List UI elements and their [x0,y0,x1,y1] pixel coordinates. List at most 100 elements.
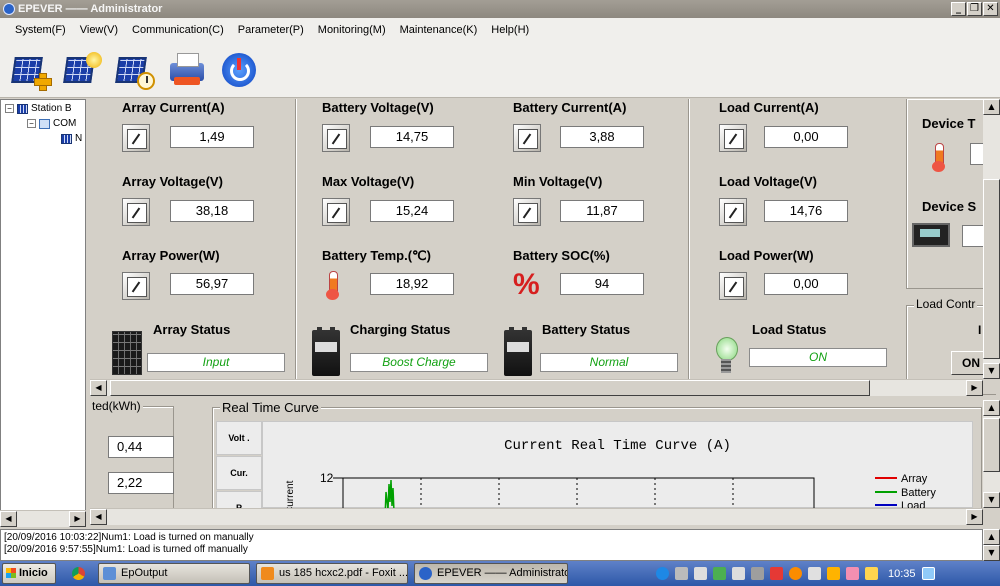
controller-icon [912,223,950,247]
main-horizontal-scrollbar[interactable]: ◀ ▶ [90,379,983,396]
task-epever[interactable]: EPEVER —— Administrator [414,563,568,584]
speaker-icon[interactable] [732,567,745,580]
scroll-left-icon[interactable]: ◀ [0,511,17,527]
bottom-panel: ted(kWh) 0,44 2,22 Real Time Curve Volt … [90,400,983,508]
tree-horizontal-scrollbar[interactable]: ◀ ▶ [0,510,86,527]
menu-view[interactable]: View(V) [73,24,125,36]
tab-voltage[interactable]: Volt . [216,421,262,455]
exit-button[interactable] [218,49,260,91]
bluetooth-icon[interactable] [656,567,669,580]
charging-status-value: Boost Charge [350,353,488,372]
main-vertical-scrollbar[interactable]: ▲ ▼ [983,99,1000,379]
battery-soc-value: 94 [560,273,644,295]
load-power-label: Load Power(W) [719,248,814,263]
close-button[interactable]: ✕ [983,2,998,16]
load-control-mark: I [978,323,982,337]
charging-status-title: Charging Status [350,322,451,337]
solar-panel-icon [61,133,72,144]
taskbar: Inicio EpOutput us 185 hcxc2.pdf - Foxit… [0,561,1000,586]
tab-current[interactable]: Cur. [216,456,262,490]
realtime-monitor-button[interactable] [62,49,104,91]
log-scrollbar[interactable]: ▲ ▼ [983,529,1000,561]
tab-power[interactable]: P [216,491,262,508]
antivirus-icon[interactable] [770,567,783,580]
battery-temp-label: Battery Temp.(℃) [322,248,431,263]
menu-parameter[interactable]: Parameter(P) [231,24,311,36]
device-temp-label: Device T [922,116,976,131]
device-status-label: Device S [922,199,977,214]
window-title: EPEVER —— Administrator [18,3,163,15]
task-epoutput[interactable]: EpOutput [98,563,250,584]
menu-system[interactable]: System(F) [8,24,73,36]
flag-icon[interactable] [846,567,859,580]
array-power-label: Array Power(W) [122,248,220,263]
device-info-panel: Device T Device S Load Contr I ON [906,99,1000,395]
tree-node-com[interactable]: − COM [27,118,76,129]
meter-icon [513,198,541,226]
power-icon [222,52,256,87]
add-station-button[interactable] [10,49,52,91]
scroll-thumb[interactable] [983,418,1000,472]
y-axis-label: Current [285,480,296,508]
battery-icon [312,327,340,376]
collapse-icon[interactable]: − [5,104,14,113]
show-desktop-icon[interactable] [921,567,935,580]
folder-icon[interactable] [827,567,840,580]
energy-value-2: 2,22 [108,472,174,494]
scroll-down-icon[interactable]: ▼ [983,363,1000,379]
load-current-label: Load Current(A) [719,100,819,115]
scroll-down-icon[interactable]: ▼ [983,545,1000,561]
menu-help[interactable]: Help(H) [484,24,536,36]
tree-node-station[interactable]: − Station B [5,103,72,114]
scroll-down-icon[interactable]: ▼ [983,492,1000,508]
meter-icon [122,272,150,300]
plot-frame [342,477,815,508]
scroll-right-icon[interactable]: ▶ [966,509,983,525]
security-icon[interactable] [808,567,821,580]
scroll-thumb[interactable] [983,179,1000,359]
clock-icon [137,71,155,90]
minimize-button[interactable]: _ [951,2,966,16]
users-icon[interactable] [865,567,878,580]
realtime-curve-chart: Current Real Time Curve (A) Current 12 A… [262,421,973,508]
usb-icon[interactable] [713,567,726,580]
clipboard-icon[interactable] [675,567,688,580]
volume-icon[interactable] [694,567,707,580]
history-button[interactable] [114,49,156,91]
update-icon[interactable] [789,567,802,580]
battery-icon [504,327,532,376]
meter-icon [513,124,541,152]
window-icon [103,567,116,580]
epever-icon [419,567,432,580]
collapse-icon[interactable]: − [27,119,36,128]
scroll-right-icon[interactable]: ▶ [69,511,86,527]
bottom-horizontal-scrollbar[interactable]: ◀ ▶ [90,508,983,525]
meter-icon [322,124,350,152]
chrome-icon[interactable] [72,567,85,580]
maximize-button[interactable]: ❐ [967,2,982,16]
menu-maintenance[interactable]: Maintenance(K) [393,24,485,36]
battery-current-value: 3,88 [560,126,644,148]
system-tray: 10:35 [650,561,1000,586]
energy-label: ted(kWh) [90,400,143,413]
scroll-left-icon[interactable]: ◀ [90,509,107,525]
scroll-right-icon[interactable]: ▶ [966,380,983,396]
task-foxit[interactable]: us 185 hcxc2.pdf - Foxit ... [256,563,408,584]
load-status-title: Load Status [752,322,827,337]
tree-node-device[interactable]: N [61,133,82,144]
solar-panel-icon [112,331,142,375]
array-power-value: 56,97 [170,273,254,295]
array-voltage-label: Array Voltage(V) [122,174,223,189]
scroll-left-icon[interactable]: ◀ [90,380,107,396]
scroll-thumb[interactable] [110,380,870,396]
scroll-up-icon[interactable]: ▲ [983,99,1000,115]
menu-communication[interactable]: Communication(C) [125,24,231,36]
print-button[interactable] [166,49,208,91]
network-icon[interactable] [751,567,764,580]
menu-monitoring[interactable]: Monitoring(M) [311,24,393,36]
start-button[interactable]: Inicio [2,563,56,584]
bottom-vertical-scrollbar[interactable]: ▲ ▼ [983,400,1000,508]
scroll-up-icon[interactable]: ▲ [983,529,1000,545]
scroll-up-icon[interactable]: ▲ [983,400,1000,416]
percent-icon: % [513,268,540,301]
